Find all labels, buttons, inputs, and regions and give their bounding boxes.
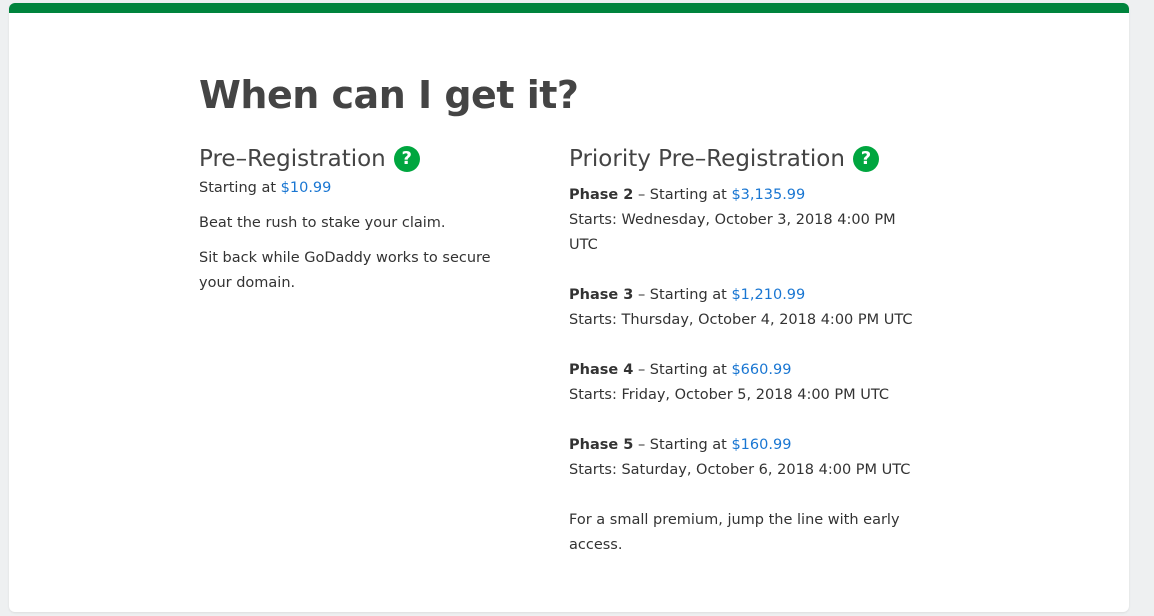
phase-price-line: Phase 2 – Starting at $3,135.99 [569,183,949,208]
page-title: When can I get it? [199,73,579,117]
help-icon[interactable]: ? [852,146,879,172]
priority-heading-text: Priority Pre–Registration [569,146,845,172]
phase-start: Starts: Thursday, October 4, 2018 4:00 P… [569,312,913,328]
phase-price-line: Phase 4 – Starting at $660.99 [569,358,949,383]
pre-registration-price: $10.99 [280,180,332,196]
starting-at-label: Starting at [199,180,277,196]
phase-price: $160.99 [731,437,792,453]
pre-registration-tagline: Beat the rush to stake your claim. [199,215,446,231]
phase-start: Starts: Saturday, October 6, 2018 4:00 P… [569,462,911,478]
description-line-1: Sit back while GoDaddy works to secure [199,250,491,266]
priority-pre-registration-section: Priority Pre–Registration ? Phase 2 – St… [569,142,949,558]
phase-price: $1,210.99 [731,287,806,303]
pre-registration-heading: Pre–Registration ? [199,142,519,176]
phase-separator: – Starting at [633,362,732,378]
phase-item: Phase 4 – Starting at $660.99 Starts: Fr… [569,358,949,408]
phase-start-line-1: Starts: Wednesday, October 3, 2018 4:00 … [569,212,896,228]
content-card: When can I get it? Pre–Registration ? St… [9,3,1129,612]
phase-list: Phase 2 – Starting at $3,135.99 Starts: … [569,183,949,483]
closing-line-2: access. [569,537,623,553]
phase-start: Starts: Friday, October 5, 2018 4:00 PM … [569,387,890,403]
phase-price: $660.99 [731,362,792,378]
phase-name: Phase 3 [569,287,634,303]
phase-name: Phase 4 [569,362,634,378]
pre-registration-heading-text: Pre–Registration [199,146,386,172]
phase-price-line: Phase 3 – Starting at $1,210.99 [569,283,949,308]
phase-name: Phase 2 [569,187,634,203]
phase-price: $3,135.99 [731,187,806,203]
phase-name: Phase 5 [569,437,634,453]
phase-separator: – Starting at [633,287,732,303]
pre-registration-description: Sit back while GoDaddy works to secure y… [199,246,519,296]
help-icon[interactable]: ? [393,146,420,172]
pre-registration-price-line: Starting at $10.99 [199,176,519,201]
phase-item: Phase 2 – Starting at $3,135.99 Starts: … [569,183,949,258]
phase-price-line: Phase 5 – Starting at $160.99 [569,433,949,458]
phase-start-line-2: UTC [569,237,598,253]
priority-heading: Priority Pre–Registration ? [569,142,949,176]
accent-bar [9,3,1129,13]
phase-separator: – Starting at [633,187,732,203]
priority-closing-text: For a small premium, jump the line with … [569,508,949,558]
description-line-2: your domain. [199,275,296,291]
phase-start: Starts: Wednesday, October 3, 2018 4:00 … [569,208,949,258]
phase-item: Phase 5 – Starting at $160.99 Starts: Sa… [569,433,949,483]
closing-line-1: For a small premium, jump the line with … [569,512,900,528]
pre-registration-section: Pre–Registration ? Starting at $10.99 Be… [199,142,519,296]
phase-item: Phase 3 – Starting at $1,210.99 Starts: … [569,283,949,333]
phase-separator: – Starting at [633,437,732,453]
